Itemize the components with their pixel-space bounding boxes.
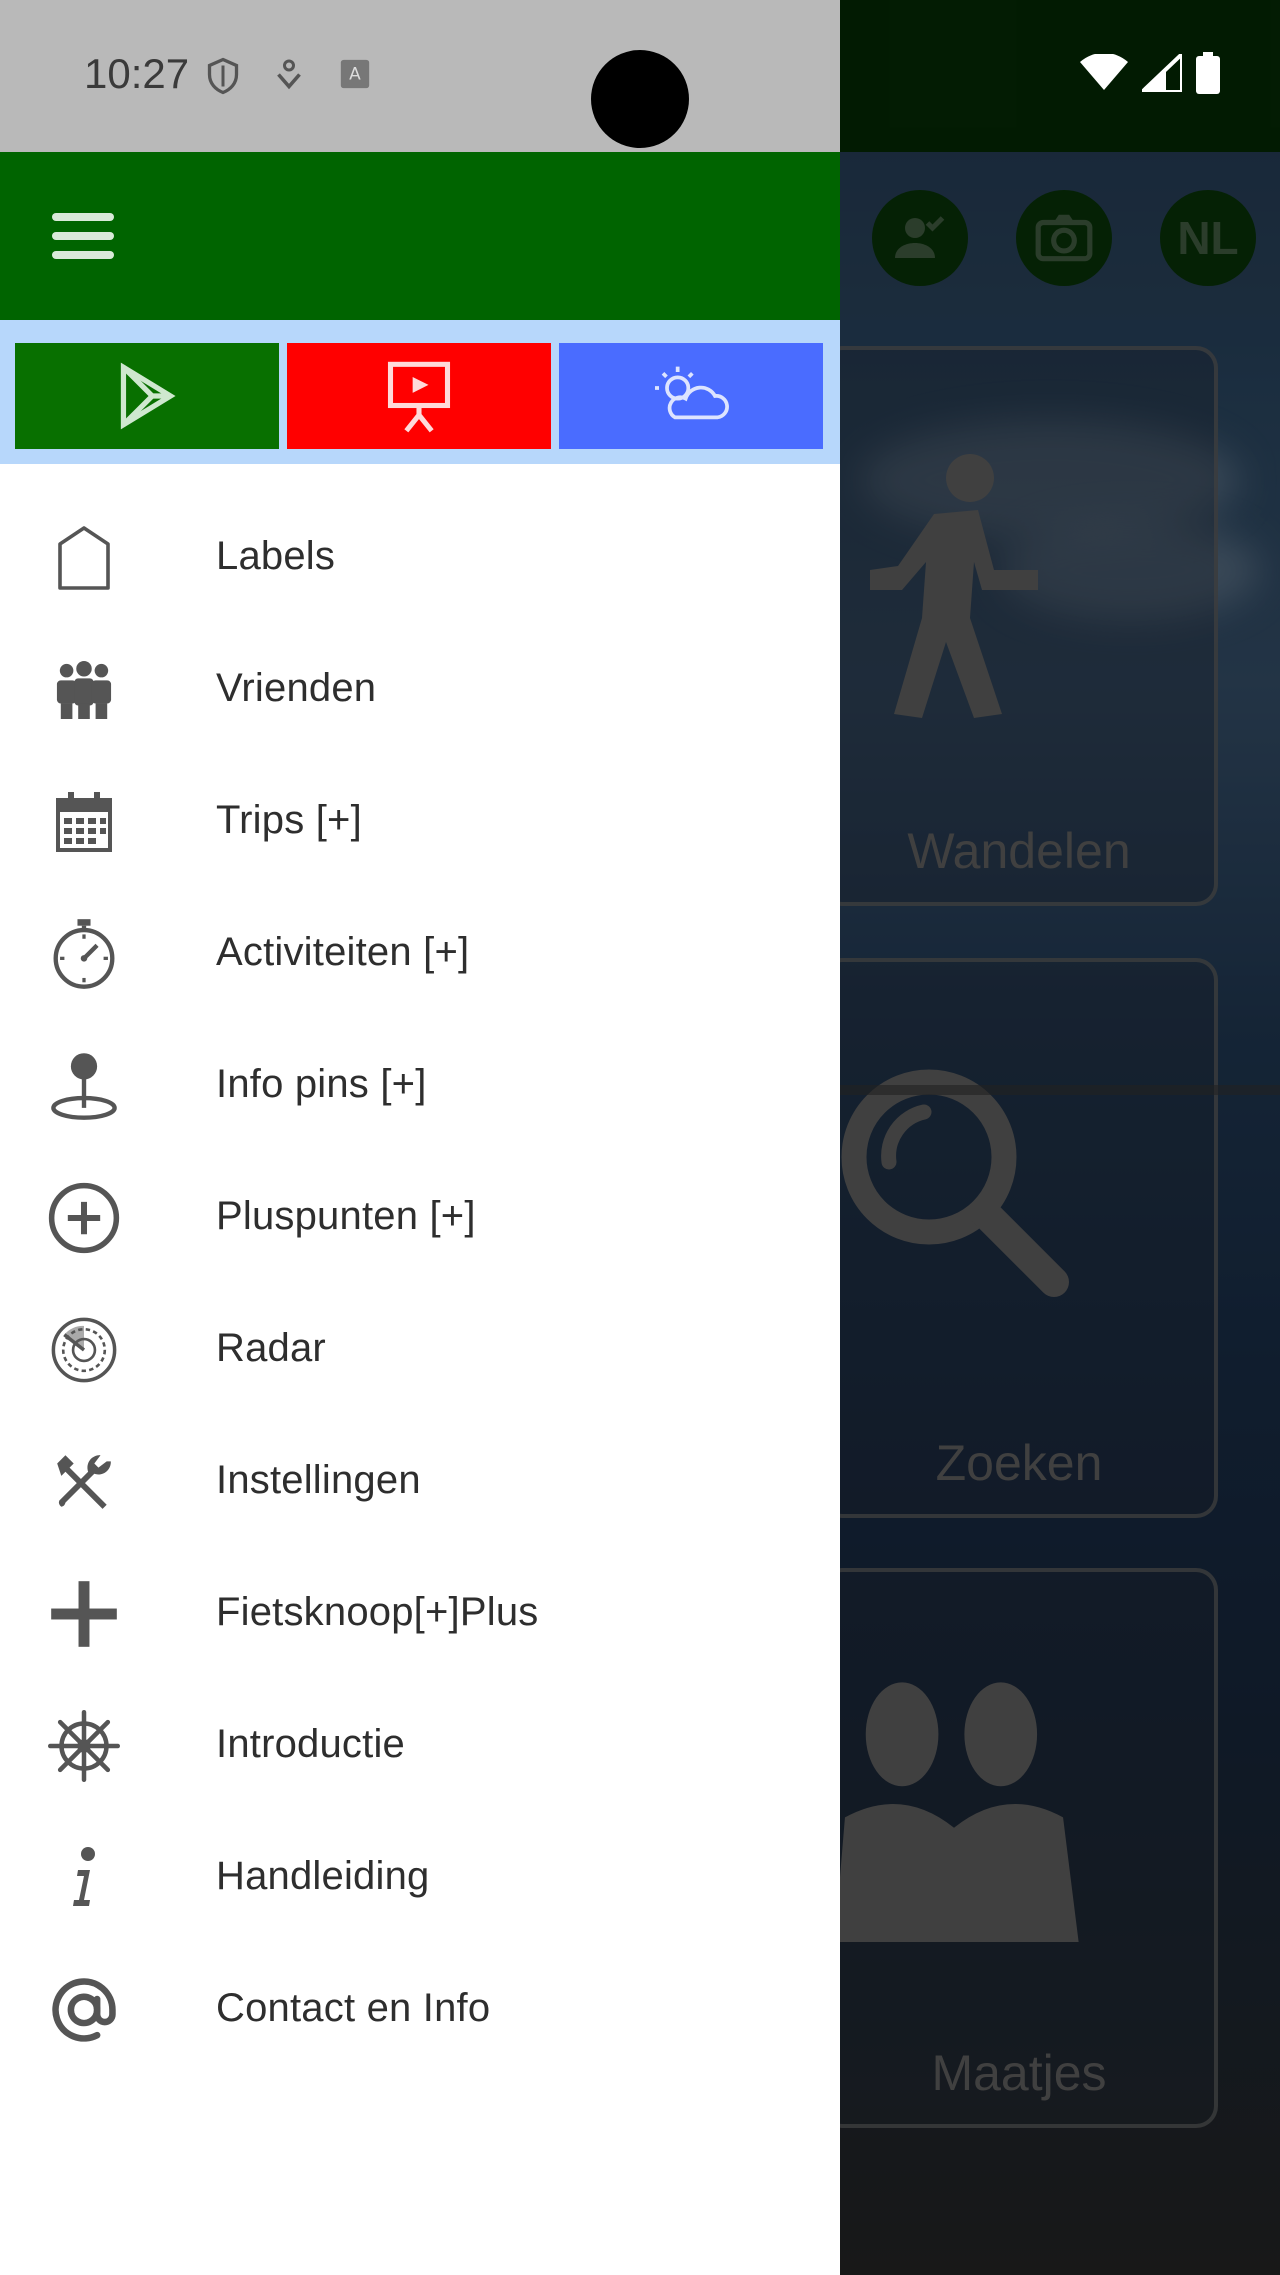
group-icon	[44, 652, 124, 728]
play-store-button[interactable]	[15, 343, 279, 449]
camera-cutout	[591, 50, 689, 148]
menu-item-label: Contact en Info	[216, 1985, 491, 2030]
menu-item-label: Activiteiten [+]	[216, 929, 470, 974]
shield-icon	[207, 57, 239, 95]
menu-item-label: Pluspunten [+]	[216, 1193, 476, 1238]
menu-item-label: Introductie	[216, 1721, 405, 1766]
at-icon	[44, 1972, 124, 2048]
stopwatch-icon	[44, 916, 124, 992]
status-bar: 10:27 A	[0, 0, 840, 152]
menu-item-activiteiten[interactable]: Activiteiten [+]	[0, 886, 840, 1018]
menu-item-fietsknoop-plus[interactable]: Fietsknoop[+]Plus	[0, 1546, 840, 1678]
menu-item-contact-en-info[interactable]: Contact en Info	[0, 1942, 840, 2074]
menu-item-radar[interactable]: Radar	[0, 1282, 840, 1414]
menu-item-label: Instellingen	[216, 1457, 421, 1502]
menu-item-vrienden[interactable]: Vrienden	[0, 622, 840, 754]
wifi-icon	[1080, 54, 1128, 90]
navigation-drawer: 10:27 A Labels Vrienden Trips [+] Activi…	[0, 0, 840, 2275]
pin-icon	[44, 1048, 124, 1124]
menu-item-label: Trips [+]	[216, 797, 362, 842]
menu-item-label: Vrienden	[216, 665, 377, 710]
plus-icon	[44, 1576, 124, 1652]
drawer-header	[0, 152, 840, 320]
hamburger-menu-button[interactable]	[40, 196, 126, 276]
menu-item-introductie[interactable]: Introductie	[0, 1678, 840, 1810]
plus-circle-icon	[44, 1180, 124, 1256]
weather-icon	[655, 366, 729, 420]
menu-item-instellingen[interactable]: Instellingen	[0, 1414, 840, 1546]
menu-item-info-pins[interactable]: Info pins [+]	[0, 1018, 840, 1150]
presentation-button[interactable]	[287, 343, 551, 449]
menu-item-label: Info pins [+]	[216, 1061, 427, 1106]
translate-icon: A	[340, 59, 370, 89]
download-icon	[277, 59, 301, 90]
menu-item-label: Radar	[216, 1325, 326, 1370]
play-store-icon	[120, 362, 176, 430]
menu-item-trips[interactable]: Trips [+]	[0, 754, 840, 886]
presentation-icon	[387, 361, 451, 433]
tag-icon	[44, 520, 124, 596]
drawer-menu-list: Labels Vrienden Trips [+] Activiteiten […	[0, 490, 840, 2074]
svg-text:A: A	[349, 65, 361, 85]
status-time: 10:27	[84, 50, 190, 97]
signal-icon	[1142, 54, 1182, 92]
battery-icon	[1196, 52, 1220, 94]
calendar-icon	[44, 784, 124, 860]
ship-wheel-icon	[44, 1708, 124, 1784]
hamburger-icon	[52, 213, 114, 259]
system-status-icons	[1080, 52, 1220, 94]
info-icon	[44, 1840, 124, 1916]
menu-item-pluspunten[interactable]: Pluspunten [+]	[0, 1150, 840, 1282]
menu-item-label: Fietsknoop[+]Plus	[216, 1589, 539, 1634]
menu-item-labels[interactable]: Labels	[0, 490, 840, 622]
tools-icon	[44, 1444, 124, 1520]
weather-button[interactable]	[559, 343, 823, 449]
menu-item-label: Handleiding	[216, 1853, 430, 1898]
menu-item-handleiding[interactable]: Handleiding	[0, 1810, 840, 1942]
menu-item-label: Labels	[216, 533, 336, 578]
radar-icon	[44, 1312, 124, 1388]
